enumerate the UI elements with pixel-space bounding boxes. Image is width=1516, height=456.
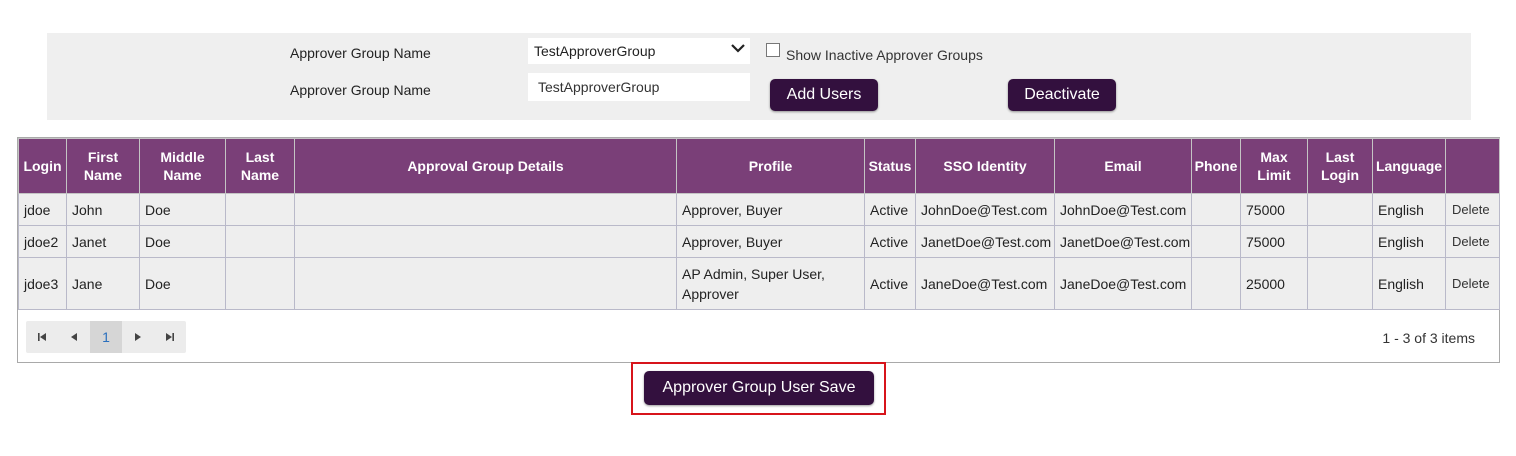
page-number-current[interactable]: 1 xyxy=(90,321,122,353)
cell-last-login xyxy=(1307,225,1373,258)
cell-approval-group-details xyxy=(294,225,677,258)
cell-status: Active xyxy=(864,225,916,258)
cell-first-name: Janet xyxy=(66,225,140,258)
approver-group-name-label: Approver Group Name xyxy=(290,82,431,98)
cell-first-name: Jane xyxy=(66,257,140,310)
cell-max-limit: 25000 xyxy=(1240,257,1308,310)
cell-max-limit: 75000 xyxy=(1240,225,1308,258)
cell-profile: AP Admin, Super User, Approver xyxy=(676,257,865,310)
prev-page-icon[interactable] xyxy=(58,321,90,353)
column-header-language[interactable]: Language xyxy=(1372,138,1446,194)
table-row: jdoe3 Jane Doe AP Admin, Super User, App… xyxy=(18,257,1500,310)
approver-group-user-save-button[interactable]: Approver Group User Save xyxy=(644,371,874,405)
show-inactive-checkbox[interactable] xyxy=(766,43,780,57)
cell-email: JanetDoe@Test.com xyxy=(1054,225,1192,258)
approver-group-select-label: Approver Group Name xyxy=(290,45,431,61)
column-header-middle-name[interactable]: Middle Name xyxy=(139,138,226,194)
cell-max-limit: 75000 xyxy=(1240,193,1308,226)
cell-approval-group-details xyxy=(294,193,677,226)
cell-login: jdoe2 xyxy=(18,225,67,258)
filter-panel xyxy=(47,33,1471,120)
column-header-email[interactable]: Email xyxy=(1054,138,1192,194)
column-header-profile[interactable]: Profile xyxy=(676,138,865,194)
users-grid: Login First Name Middle Name Last Name A… xyxy=(17,137,1500,363)
approver-group-select-value: TestApproverGroup xyxy=(534,43,656,59)
cell-email: JaneDoe@Test.com xyxy=(1054,257,1192,310)
cell-login: jdoe3 xyxy=(18,257,67,310)
cell-phone xyxy=(1191,225,1241,258)
cell-login: jdoe xyxy=(18,193,67,226)
cell-approval-group-details xyxy=(294,257,677,310)
cell-email: JohnDoe@Test.com xyxy=(1054,193,1192,226)
cell-status: Active xyxy=(864,193,916,226)
table-header-row: Login First Name Middle Name Last Name A… xyxy=(18,138,1500,194)
cell-sso-identity: JanetDoe@Test.com xyxy=(915,225,1055,258)
deactivate-button[interactable]: Deactivate xyxy=(1008,79,1116,111)
cell-profile: Approver, Buyer xyxy=(676,193,865,226)
cell-last-name xyxy=(225,225,295,258)
cell-middle-name: Doe xyxy=(139,193,226,226)
chevron-down-icon[interactable] xyxy=(730,40,746,60)
cell-phone xyxy=(1191,193,1241,226)
next-page-icon[interactable] xyxy=(122,321,154,353)
add-users-button[interactable]: Add Users xyxy=(770,79,878,111)
cell-first-name: John xyxy=(66,193,140,226)
cell-last-name xyxy=(225,257,295,310)
delete-link[interactable]: Delete xyxy=(1445,257,1500,310)
cell-phone xyxy=(1191,257,1241,310)
cell-language: English xyxy=(1372,257,1446,310)
delete-link[interactable]: Delete xyxy=(1445,193,1500,226)
column-header-sso-identity[interactable]: SSO Identity xyxy=(915,138,1055,194)
column-header-approval-group-details[interactable]: Approval Group Details xyxy=(294,138,677,194)
column-header-max-limit[interactable]: Max Limit xyxy=(1240,138,1308,194)
cell-middle-name: Doe xyxy=(139,225,226,258)
column-header-actions xyxy=(1445,138,1500,194)
cell-language: English xyxy=(1372,225,1446,258)
cell-last-name xyxy=(225,193,295,226)
approver-group-select[interactable]: TestApproverGroup xyxy=(528,38,750,64)
table-row: jdoe John Doe Approver, Buyer Active Joh… xyxy=(18,193,1500,226)
column-header-login[interactable]: Login xyxy=(18,138,67,194)
pager: 1 xyxy=(26,321,186,353)
cell-last-login xyxy=(1307,257,1373,310)
cell-sso-identity: JaneDoe@Test.com xyxy=(915,257,1055,310)
cell-middle-name: Doe xyxy=(139,257,226,310)
cell-profile: Approver, Buyer xyxy=(676,225,865,258)
column-header-last-login[interactable]: Last Login xyxy=(1307,138,1373,194)
cell-status: Active xyxy=(864,257,916,310)
cell-language: English xyxy=(1372,193,1446,226)
users-table: Login First Name Middle Name Last Name A… xyxy=(18,138,1500,310)
approver-group-name-input[interactable] xyxy=(528,73,750,101)
last-page-icon[interactable] xyxy=(154,321,186,353)
column-header-phone[interactable]: Phone xyxy=(1191,138,1241,194)
column-header-last-name[interactable]: Last Name xyxy=(225,138,295,194)
pager-items-info: 1 - 3 of 3 items xyxy=(1382,330,1475,346)
first-page-icon[interactable] xyxy=(26,321,58,353)
delete-link[interactable]: Delete xyxy=(1445,225,1500,258)
column-header-status[interactable]: Status xyxy=(864,138,916,194)
table-row: jdoe2 Janet Doe Approver, Buyer Active J… xyxy=(18,225,1500,258)
show-inactive-label: Show Inactive Approver Groups xyxy=(786,47,983,63)
column-header-first-name[interactable]: First Name xyxy=(66,138,140,194)
cell-last-login xyxy=(1307,193,1373,226)
cell-sso-identity: JohnDoe@Test.com xyxy=(915,193,1055,226)
